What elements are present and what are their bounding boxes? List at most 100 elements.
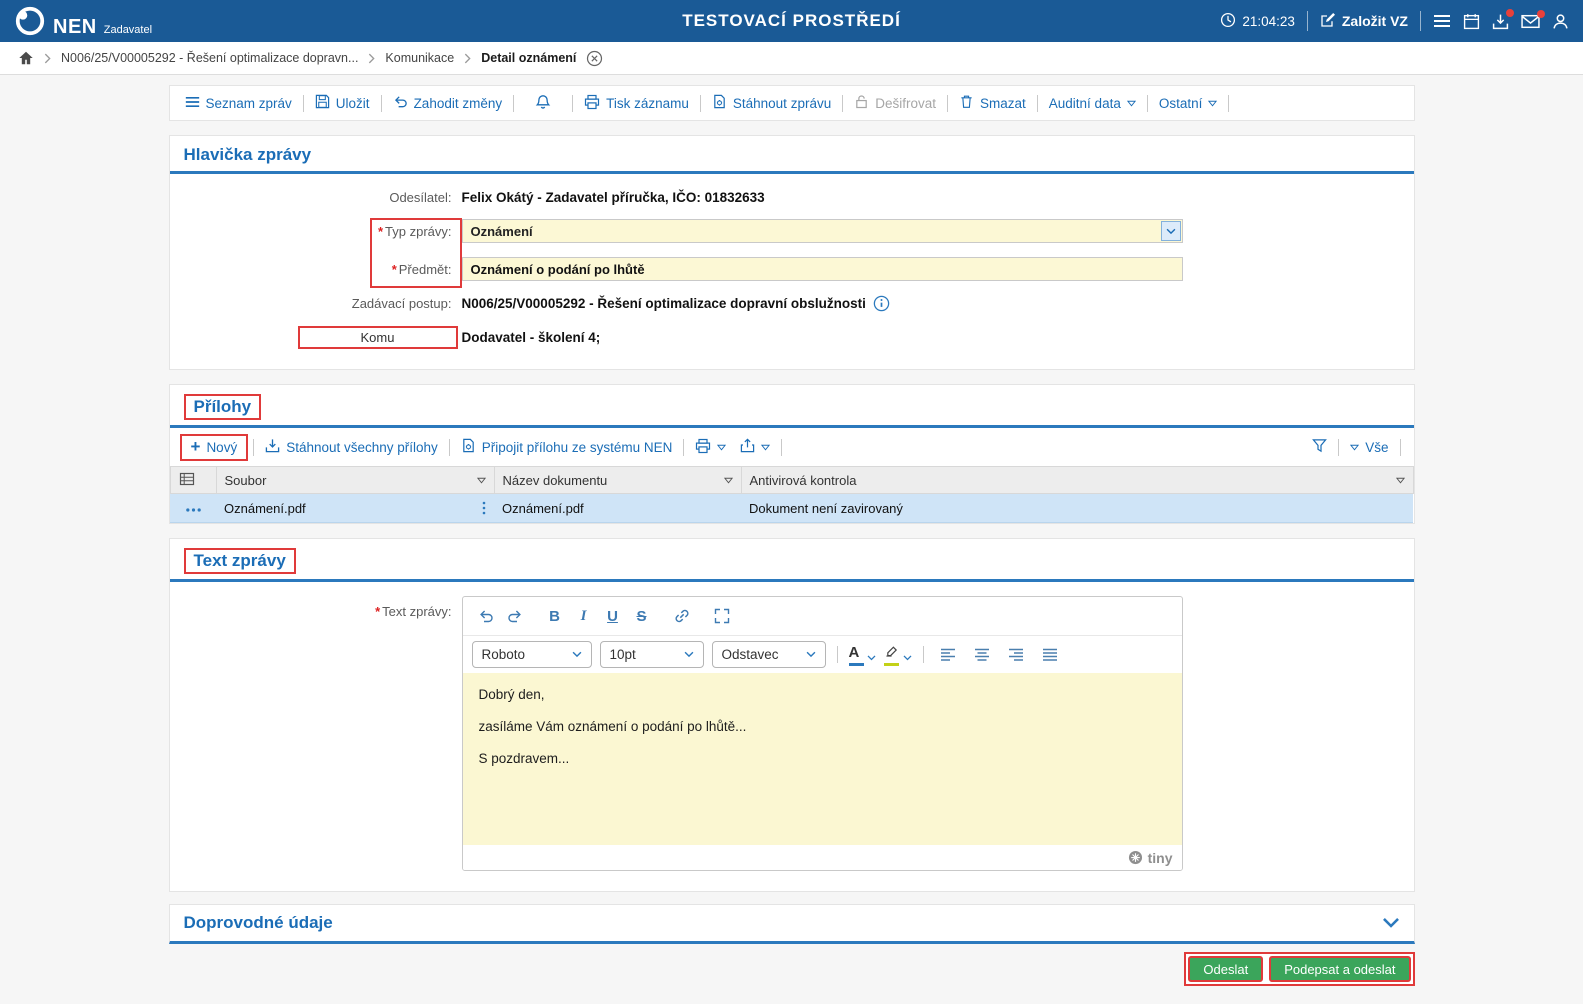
delete-icon (959, 94, 974, 112)
column-header-antivirova-kontrola[interactable]: Antivirová kontrola (741, 466, 1414, 494)
section-doprovodne-udaje[interactable]: Doprovodné údaje (168, 904, 1415, 944)
redo-icon[interactable] (502, 603, 528, 629)
brand-logo[interactable]: NEN Zadavatel (14, 5, 152, 37)
select-dropdown-button[interactable] (1160, 221, 1181, 241)
table-row[interactable]: Oznámení.pdf Oznámení.pdf Dokument není … (170, 493, 1413, 523)
predmet-input[interactable] (461, 257, 1183, 281)
text-color-button[interactable]: A (848, 644, 876, 666)
tiny-brand-label[interactable]: tiny (1148, 850, 1173, 866)
chevron-down-icon[interactable] (1382, 917, 1400, 929)
tisk-zaznamu-button[interactable]: Tisk záznamu (578, 94, 695, 113)
caret-down-icon[interactable] (477, 477, 486, 484)
vse-filter-button[interactable]: Vše (1344, 440, 1394, 455)
pripojit-label: Připojit přílohu ze systému NEN (481, 439, 673, 455)
seznam-zprav-button[interactable]: Seznam zpráv (179, 96, 298, 111)
breadcrumb: N006/25/V00005292 - Řešení optimalizace … (0, 42, 1583, 75)
breadcrumb-procedure[interactable]: N006/25/V00005292 - Řešení optimalizace … (61, 51, 358, 65)
info-icon[interactable] (873, 295, 890, 312)
rows-icon[interactable] (179, 471, 195, 487)
lock-icon (854, 94, 869, 112)
podepsat-a-odeslat-button[interactable]: Podepsat a odeslat (1269, 956, 1411, 982)
zahodit-zmeny-button[interactable]: Zahodit změny (387, 94, 509, 112)
highlight-color-button[interactable] (883, 644, 912, 666)
bold-button[interactable]: B (542, 603, 568, 629)
brand-subtitle: Zadavatel (103, 24, 153, 36)
caret-down-icon (761, 444, 770, 451)
breadcrumb-komunikace[interactable]: Komunikace (385, 51, 454, 65)
user-profile-button[interactable] (1552, 13, 1569, 30)
caret-down-icon[interactable] (724, 477, 733, 484)
separator (699, 94, 701, 112)
home-icon[interactable] (18, 50, 34, 66)
filter-icon (1312, 438, 1327, 456)
editor-toolbar-row1: B I U S (463, 597, 1182, 635)
filter-button[interactable] (1306, 438, 1333, 456)
caret-down-icon (1127, 100, 1136, 107)
align-left-icon[interactable] (935, 642, 961, 668)
main-menu-button[interactable] (1433, 14, 1451, 28)
drag-dots-icon[interactable] (482, 501, 486, 515)
auditni-data-button[interactable]: Auditní data (1043, 96, 1142, 111)
block-format-select[interactable]: Odstavec (711, 641, 826, 668)
downloads-badge (1506, 8, 1514, 17)
create-vz-button[interactable]: Založit VZ (1320, 12, 1408, 31)
chevron-down-icon[interactable] (903, 655, 912, 661)
align-right-icon[interactable] (1003, 642, 1029, 668)
required-mark: * (391, 261, 397, 277)
align-center-icon[interactable] (969, 642, 995, 668)
row-menu-icon[interactable] (185, 507, 202, 513)
align-justify-icon[interactable] (1037, 642, 1063, 668)
export-attachments-button[interactable] (734, 438, 776, 456)
chevron-down-icon[interactable] (867, 655, 876, 661)
separator (1306, 11, 1308, 31)
column-header-soubor[interactable]: Soubor (216, 466, 495, 494)
tiny-logo[interactable] (1128, 850, 1143, 865)
section-header: Text zprávy (169, 539, 1414, 582)
komu-button[interactable]: Komu (297, 326, 458, 349)
caret-down-icon[interactable] (1396, 477, 1405, 484)
typ-zpravy-select[interactable]: Oznámení (461, 219, 1183, 243)
editor-line: S pozdravem... (478, 751, 570, 766)
attachments-table: Soubor Název dokumentu Antivirová kontro… (169, 466, 1414, 523)
novy-button[interactable]: + Nový (179, 433, 249, 461)
messages-button[interactable] (1521, 9, 1545, 29)
separator (302, 94, 304, 112)
stahnout-vsechny-prilohy-button[interactable]: Stáhnout všechny přílohy (259, 438, 444, 456)
ostatni-button[interactable]: Ostatní (1153, 96, 1224, 111)
italic-button[interactable]: I (571, 603, 597, 629)
close-icon[interactable] (586, 50, 603, 67)
smazat-button[interactable]: Smazat (953, 94, 1032, 112)
underline-button[interactable]: U (600, 603, 626, 629)
record-toolbar: Seznam zpráv Uložit Zahodit změny Tisk z… (168, 85, 1415, 121)
strikethrough-button[interactable]: S (629, 603, 655, 629)
clock: 21:04:23 (1220, 12, 1295, 31)
cell-soubor: Oznámení.pdf (224, 500, 306, 516)
separator (1228, 94, 1230, 112)
stahnout-zpravu-button[interactable]: Stáhnout zprávu (706, 94, 837, 112)
font-size-select[interactable]: 10pt (599, 641, 704, 668)
separator (513, 94, 515, 112)
print-attachments-button[interactable] (689, 438, 732, 457)
calendar-button[interactable] (1463, 13, 1480, 30)
fullscreen-icon[interactable] (709, 603, 735, 629)
editor-content[interactable]: Dobrý den, zasíláme Vám oznámení o podán… (462, 673, 1182, 845)
link-icon[interactable] (669, 603, 695, 629)
ulozit-button[interactable]: Uložit (309, 94, 376, 112)
app-header: NEN Zadavatel TESTOVACÍ PROSTŘEDÍ 21:04:… (0, 0, 1583, 42)
pripojit-prilohu-button[interactable]: Připojit přílohu ze systému NEN (455, 438, 679, 456)
create-vz-label: Založit VZ (1341, 13, 1408, 29)
section-title-text-zpravy: Text zprávy (183, 548, 296, 574)
list-icon (185, 96, 200, 111)
block-format-value: Odstavec (721, 647, 779, 662)
odeslat-button[interactable]: Odeslat (1188, 956, 1264, 982)
notifications-button[interactable] (519, 94, 567, 113)
desifrovat-button[interactable]: Dešifrovat (848, 94, 942, 112)
share-icon (740, 438, 755, 456)
undo-icon (393, 94, 408, 112)
column-header-nazev-dokumentu[interactable]: Název dokumentu (494, 466, 742, 494)
downloads-button[interactable] (1492, 8, 1514, 30)
stahnout-vse-label: Stáhnout všechny přílohy (286, 439, 438, 455)
document-gear-icon (461, 438, 476, 456)
undo-icon[interactable] (473, 603, 499, 629)
font-family-select[interactable]: Roboto (471, 641, 592, 668)
